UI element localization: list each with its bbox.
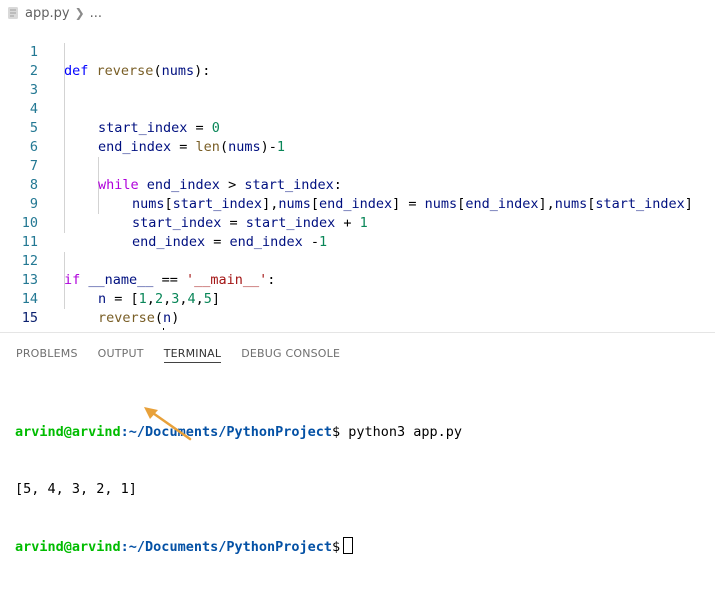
terminal-path: :~/Documents/PythonProject	[120, 539, 332, 555]
tab-output[interactable]: OUTPUT	[98, 333, 144, 371]
code-line-active[interactable]: 15 print(n)	[0, 290, 715, 330]
breadcrumb-rest[interactable]: ...	[90, 6, 102, 21]
tab-debug-console[interactable]: DEBUG CONSOLE	[241, 333, 340, 371]
breadcrumb: app.py ❯ ...	[6, 3, 102, 23]
panel-tabs: PROBLEMS OUTPUT TERMINAL DEBUG CONSOLE	[0, 333, 344, 371]
tab-terminal[interactable]: TERMINAL	[163, 333, 222, 371]
chevron-right-icon: ❯	[74, 6, 85, 20]
code-text: reverse(n)	[98, 310, 180, 326]
terminal-command: python3 app.py	[340, 424, 463, 440]
code-line[interactable]: 14 reverse(n)	[0, 271, 715, 326]
code-line[interactable]: 1 def reverse(nums):	[0, 24, 715, 79]
terminal-path: :~/Documents/PythonProject	[120, 424, 332, 440]
code-line[interactable]: 10 end_index = end_index -1	[0, 195, 715, 250]
code-line[interactable]: 3	[0, 62, 715, 98]
code-text: print(n)	[98, 328, 165, 330]
terminal-prompt: $	[332, 424, 341, 440]
code-line[interactable]: 6	[0, 119, 715, 155]
bottom-panel: PROBLEMS OUTPUT TERMINAL DEBUG CONSOLE a…	[0, 332, 715, 555]
code-line[interactable]: 11	[0, 214, 715, 250]
line-number: 15	[21, 310, 38, 326]
code-line[interactable]: 5 end_index = len(nums)-1	[0, 100, 715, 155]
code-editor[interactable]: app.py ❯ ... 1 def reverse(nums): 2 3 4 …	[0, 0, 715, 330]
terminal-user: arvind@arvind	[15, 539, 121, 555]
breadcrumb-file[interactable]: app.py	[25, 6, 70, 21]
code-line[interactable]: 12 if __name__ == '__main__':	[0, 233, 715, 288]
terminal-cursor	[343, 537, 354, 554]
text-cursor	[163, 328, 165, 330]
terminal-prompt: $	[332, 539, 341, 555]
python-file-icon	[8, 7, 18, 19]
code-line[interactable]: 8 nums[start_index],nums[end_index] = nu…	[0, 157, 715, 212]
code-line[interactable]: 7 while end_index > start_index:	[0, 138, 715, 193]
terminal-command-line: arvind@arvind:~/Documents/PythonProject$…	[15, 423, 462, 442]
code-line[interactable]: 2	[0, 43, 715, 79]
code-line[interactable]: 13 n = [1,2,3,4,5]	[0, 252, 715, 307]
terminal-prompt-line[interactable]: arvind@arvind:~/Documents/PythonProject$	[15, 537, 462, 556]
terminal[interactable]: arvind@arvind:~/Documents/PythonProject$…	[15, 385, 462, 594]
code-lines[interactable]: 1 def reverse(nums): 2 3 4 start_index =…	[0, 24, 715, 330]
terminal-user: arvind@arvind	[15, 424, 121, 440]
code-line[interactable]: 9 start_index = start_index + 1	[0, 176, 715, 231]
terminal-output: [5, 4, 3, 2, 1]	[15, 481, 137, 497]
tab-problems[interactable]: PROBLEMS	[16, 333, 78, 371]
code-line[interactable]: 4 start_index = 0	[0, 81, 715, 136]
